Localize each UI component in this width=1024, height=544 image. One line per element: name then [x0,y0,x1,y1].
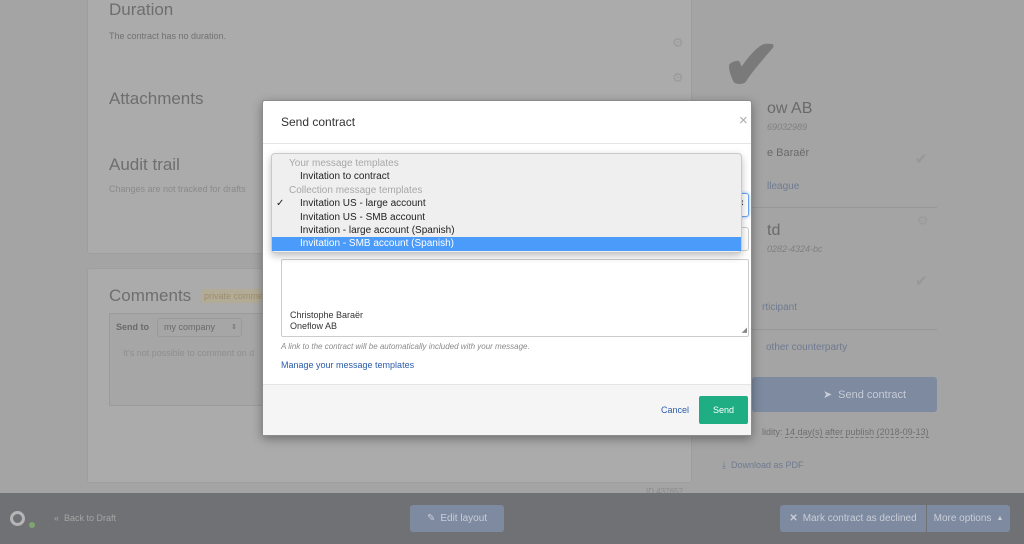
company-name: ow AB [767,100,813,117]
duration-title: Duration [109,0,174,19]
send-to-label: Send to [116,322,149,332]
dropdown-option[interactable]: Invitation to contract [272,170,741,183]
paper-plane-icon: ➤ [822,389,833,401]
send-button[interactable]: Send [699,396,748,424]
download-pdf-link[interactable]: ⤓ Download as PDF [722,460,804,471]
divider [752,329,937,330]
divider [263,143,751,144]
option-group-label: Collection message templates [289,184,423,196]
more-options-label: More options [933,513,992,524]
validity: lidity: 14 day(s) after publish (2018-09… [762,427,929,438]
send-to-select[interactable]: my company ⇕ [157,318,242,337]
signed-check-icon: ✔ [915,151,928,168]
validity-value[interactable]: 14 day(s) after publish (2018-09-13) [785,427,929,438]
logo-dot [29,522,35,528]
comments-title: Comments [109,286,192,305]
duration-text: The contract has no duration. [109,31,227,41]
x-icon: ✕ [789,513,798,524]
bottom-toolbar: « Back to Draft ✎ Edit layout ✕ Mark contr… [0,493,1024,544]
modal-title: Send contract [281,115,356,129]
add-participant-link[interactable]: rticipant [762,302,797,313]
template-dropdown-menu: Your message templates Invitation to cont… [271,153,742,253]
comment-disabled-text: It's not possible to comment on d [123,348,255,358]
download-icon: ⤓ [722,460,726,470]
dropdown-option[interactable]: Invitation US - SMB account [272,211,741,224]
participant-name: e Baraër [767,147,810,159]
add-counterparty-link[interactable]: other counterparty [766,342,847,353]
send-contract-button[interactable]: ➤ Send contract [752,377,937,412]
edit-layout-button[interactable]: ✎ Edit layout [410,505,504,532]
dropdown-option[interactable]: Invitation - SMB account (Spanish) [272,237,741,251]
edit-icon: ✎ [426,513,436,524]
caret-up-icon: ▲ [996,515,1004,522]
message-textarea[interactable]: Christophe Baraër Oneflow AB ◢ [281,259,749,337]
option-group-label: Your message templates [289,158,399,169]
counterparty-name: td [767,222,781,239]
signed-check-icon: ✔ [915,273,928,290]
mark-declined-label: Mark contract as declined [802,513,917,524]
hint-text: A link to the contract will be automatic… [281,342,530,351]
option-label: Invitation to contract [300,171,390,183]
download-pdf-label: Download as PDF [731,460,804,470]
checkmark-icon: ✓ [276,198,285,210]
divider [752,207,937,208]
oneflow-logo [10,511,25,526]
resize-handle-icon[interactable]: ◢ [742,325,747,336]
manage-templates-link[interactable]: Manage your message templates [281,360,414,370]
more-options-button[interactable]: More options ▲ [927,505,1010,532]
close-icon[interactable]: × [739,112,748,129]
cancel-button[interactable]: Cancel [661,405,689,415]
counterparty-org-number: 0282-4324-bc [767,244,823,254]
gear-icon[interactable]: ⚙ [672,35,684,51]
attachments-title: Attachments [109,89,204,108]
gear-icon[interactable]: ⚙ [672,70,684,86]
audit-trail-title: Audit trail [109,155,180,174]
mark-declined-button[interactable]: ✕ Mark contract as declined [780,505,926,532]
option-label: Invitation US - SMB account [300,211,426,223]
back-label: Back to Draft [64,513,117,523]
send-to-value: my company [164,322,216,332]
add-colleague-link[interactable]: lleague [767,181,799,192]
select-arrows-icon: ⇕ [231,324,237,331]
send-contract-label: Send contract [838,388,907,401]
back-to-draft-link[interactable]: « Back to Draft [54,513,116,523]
message-line: Christophe Baraër [290,310,364,320]
message-line: Oneflow AB [290,321,338,331]
gear-icon[interactable]: ⚙ [917,213,929,229]
audit-trail-text: Changes are not tracked for drafts [109,184,246,194]
edit-layout-label: Edit layout [440,513,488,524]
dropdown-option[interactable]: Invitation - large account (Spanish) [272,224,741,237]
big-check-icon: ✔ [722,26,781,104]
option-label: Invitation US - large account [300,198,426,210]
validity-label: lidity: [762,427,783,437]
option-label: Invitation - SMB account (Spanish) [300,238,454,250]
private-badge: private comme [201,289,267,303]
option-label: Invitation - large account (Spanish) [300,224,455,236]
company-org-number: 69032989 [767,122,808,132]
send-contract-modal: Send contract × ⇕ Christophe Baraër Onef… [262,100,752,436]
dropdown-option[interactable]: ✓ Invitation US - large account [272,197,741,210]
